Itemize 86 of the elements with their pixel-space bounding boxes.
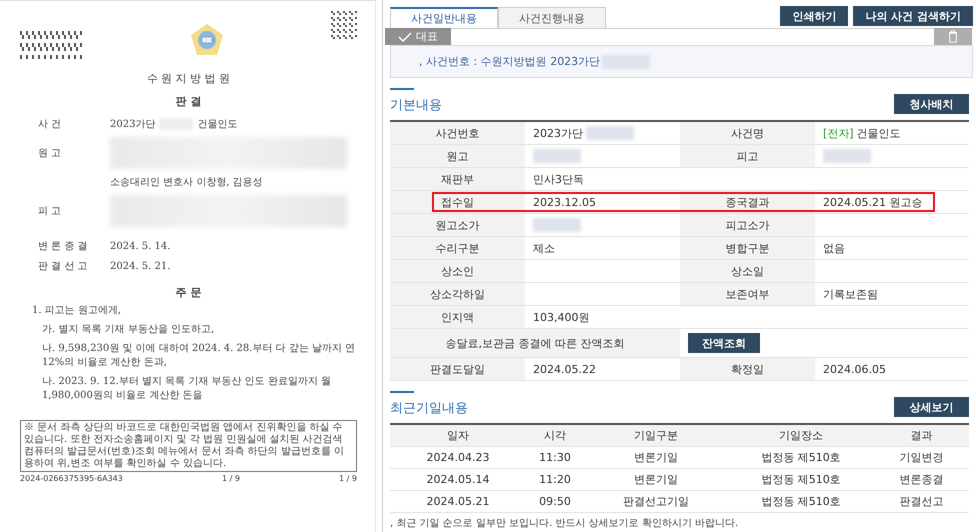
table-label: 재판부 (390, 168, 525, 190)
table-cell: 2023가단 (533, 126, 583, 140)
table-cell-text: 법정동 제510호 (760, 472, 842, 488)
table-cell-text: 판결선고 (898, 494, 944, 510)
case-number: , 사건번호 : 수원지방법원 2023가단 (419, 54, 600, 69)
table-cell-text: 변론기일 (633, 450, 679, 466)
order-text: 1. 피고는 원고에게, (31, 304, 122, 318)
overlay-button[interactable] (934, 28, 972, 45)
table-label: 수리구분 (390, 237, 525, 259)
section-title: 최근기일내용 (390, 400, 468, 417)
location-button[interactable]: 청사배치 (894, 94, 969, 114)
date-label: 판 결 선 고 (38, 261, 88, 272)
tab[interactable]: 사건진행내용 (498, 7, 606, 28)
table-label: 확정일 (680, 358, 815, 380)
table-label: 인지액 (390, 306, 525, 328)
table-cell: 없음 (823, 240, 845, 256)
table-label: 피고소가 (680, 214, 815, 236)
column-header: 결과 (910, 428, 934, 444)
details-button[interactable]: 상세보기 (894, 397, 969, 417)
tag-label: [전자] (823, 126, 854, 140)
table-cell: 2024.06.05 (823, 362, 886, 376)
table-cell: 건물인도 (856, 126, 901, 140)
table-label: 사건명 (680, 122, 815, 144)
table-label: 보존여부 (680, 283, 815, 305)
table-cell-text: 판결선고기일 (622, 494, 690, 510)
action-button[interactable]: 인쇄하기 (780, 6, 848, 26)
table-label: 병합구분 (680, 237, 815, 259)
table-label: 상소일 (680, 260, 815, 282)
issue-number: 2024-0266375395-6A343 (20, 474, 123, 483)
table-cell: 103,400원 (533, 310, 590, 324)
table-cell-text: 기일변경 (898, 450, 944, 466)
table-cell-text: 2024.05.21 (426, 494, 490, 510)
note-text: , 최근 기일 순으로 일부만 보입니다. 반드시 상세보기로 확인하시기 바랍니다. (390, 517, 740, 530)
table-label: 원고 (390, 145, 525, 167)
table-cell: 2023.12.05 (533, 196, 596, 208)
table-cell-text: 2024.05.14 (426, 472, 490, 488)
table-label: 상소각하일 (390, 283, 525, 305)
page-number: 1 / 9 (339, 474, 357, 483)
barcode-icon (20, 31, 82, 59)
qr-code-icon (331, 11, 357, 41)
party-label: 원 고 (38, 148, 62, 159)
party-label: 사 건 (38, 119, 62, 130)
court-name: 수 원 지 방 법 원 (146, 71, 232, 86)
date-label: 변 론 종 결 (38, 241, 88, 252)
table-label: 사건번호 (390, 122, 525, 144)
table-cell-text: 11:20 (538, 472, 572, 488)
tab[interactable]: 사건일반내용 (390, 7, 498, 28)
table-cell-text: 법정동 제510호 (760, 494, 842, 510)
table-cell-text: 변론기일 (633, 472, 679, 488)
table-cell-text: 09:50 (538, 494, 572, 510)
table-cell: 2024.05.22 (533, 362, 596, 376)
table-label: 상소인 (390, 260, 525, 282)
table-cell-text: 2024.04.23 (426, 450, 490, 466)
table-cell-text: 법정동 제510호 (760, 450, 842, 466)
party-label: 피 고 (38, 206, 62, 217)
table-cell-text: 변론종결 (898, 472, 944, 488)
date-value: 2024. 5. 21. (110, 260, 170, 272)
section-title: 기본내용 (390, 97, 442, 114)
date-value: 2024. 5. 14. (110, 240, 170, 252)
action-button[interactable]: 나의 사건 검색하기 (853, 6, 973, 26)
column-header: 기일구분 (633, 428, 679, 444)
column-header: 기일장소 (778, 428, 824, 444)
order-text: 나. 2023. 9. 12.부터 별지 목록 기재 부동산 인도 완료일까지 월 1,980,000원의 비율로 계산한 돈을 (41, 375, 332, 403)
case-title: 건물인도 (197, 118, 238, 131)
table-label: 피고 (680, 145, 815, 167)
balance-button[interactable]: 잔액조회 (688, 333, 760, 353)
document-type: 판 결 (174, 94, 202, 109)
table-label: 송달료,보관금 종결에 따른 잔액조회 (390, 329, 680, 357)
court-seal-icon (190, 23, 224, 56)
table-cell: 민사3단독 (533, 172, 584, 186)
table-cell: 제소 (533, 240, 555, 256)
page-number: 1 / 9 (222, 474, 240, 483)
notice-text: ※ 문서 좌측 상단의 바코드로 대한민국법원 앱에서 진위확인을 하실 수 있습니다. 또한 전자소송홈페이지 및 각 법원 민원실에 설치된 사건검색 컴퓨터의 발급문서(번호)조회 메뉴에서 문서 좌측 하단의 발급번호를 이용하여 위,변조 여부를 확인하실 수 있습니다. (20, 420, 357, 472)
column-header: 시각 (543, 428, 567, 444)
table-cell: 2024.05.21 원고승 (823, 194, 922, 210)
party-value: 2023가단 (110, 118, 156, 131)
table-label: 판결도달일 (390, 358, 525, 380)
table-cell-text: 11:30 (538, 450, 572, 466)
order-heading: 주 문 (174, 285, 202, 300)
order-text: 나. 9,598,230원 및 이에 대하여 2024. 4. 28.부터 다 갚는 날까지 연 12%의 비율로 계산한 돈과, (41, 342, 356, 370)
order-text: 가. 별지 목록 기재 부동산을 인도하고, (41, 323, 216, 337)
column-header: 일자 (446, 428, 470, 444)
trash-icon (948, 30, 958, 43)
party-value: 소송대리인 변호사 이창형, 김용성 (110, 176, 263, 189)
table-label: 원고소가 (390, 214, 525, 236)
table-cell: 기록보존됨 (823, 286, 878, 302)
